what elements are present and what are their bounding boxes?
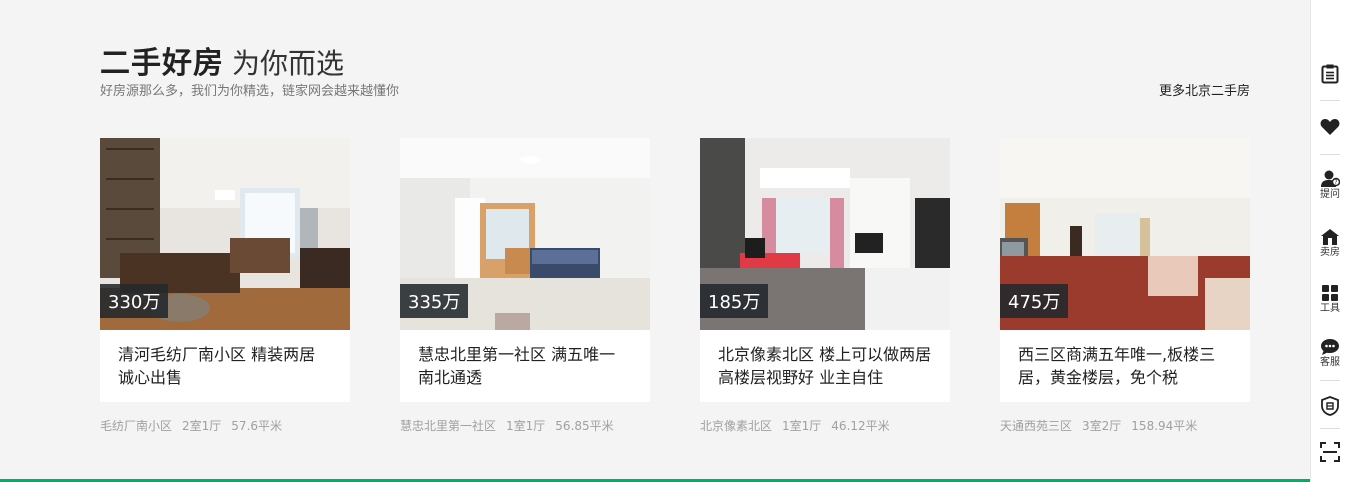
listing-card[interactable]: 475万 西三区商满五年唯一,板楼三居，黄金楼层，免个税 天通西苑三区 3室2厅 1… (1000, 138, 1250, 434)
section-title-sub: 为你而选 (232, 47, 345, 80)
listing-title[interactable]: 北京像素北区 楼上可以做两居 高楼层视野好 业主自住 (700, 330, 950, 402)
listing-meta: 慧忠北里第一社区 1室1厅 56.85平米 (400, 417, 650, 434)
right-toolbar: ? 提问 卖房 工具 客服 (1310, 0, 1349, 482)
listing-community: 慧忠北里第一社区 (400, 419, 497, 433)
house-sell-icon (1321, 229, 1339, 245)
listing-community: 北京像素北区 (700, 419, 773, 433)
recommend-section: 二手好房 为你而选 好房源那么多，我们为你精选，链家网会越来越懂你 更多北京二手房 (100, 0, 1250, 482)
clipboard-icon (1321, 64, 1339, 84)
sidebar-label-tools: 工具 (1320, 303, 1340, 314)
listing-area: 57.6平米 (231, 419, 283, 433)
listing-price: 330万 (100, 284, 169, 318)
sidebar-item-guarantee[interactable] (1311, 396, 1349, 416)
sidebar-divider (1320, 380, 1340, 381)
section-title: 二手好房 为你而选 (100, 38, 344, 82)
sidebar-item-service[interactable]: 客服 (1311, 338, 1349, 369)
listing-meta: 天通西苑三区 3室2厅 158.94平米 (1000, 417, 1250, 434)
chat-bubble-icon (1321, 339, 1339, 355)
listing-area: 158.94平米 (1131, 419, 1198, 433)
listing-layout: 1室1厅 (506, 419, 546, 433)
listing-title[interactable]: 西三区商满五年唯一,板楼三居，黄金楼层，免个税 (1000, 330, 1250, 402)
listing-card[interactable]: 335万 慧忠北里第一社区 满五唯一 南北通透 慧忠北里第一社区 1室1厅 56.8… (400, 138, 650, 434)
listing-card[interactable]: 185万 北京像素北区 楼上可以做两居 高楼层视野好 业主自住 北京像素北区 1室… (700, 138, 950, 434)
listing-community: 毛纺厂南小区 (100, 419, 173, 433)
sidebar-item-tools[interactable]: 工具 (1311, 284, 1349, 315)
listing-layout: 1室1厅 (782, 419, 822, 433)
listing-community: 天通西苑三区 (1000, 419, 1073, 433)
shield-icon (1321, 396, 1339, 416)
section-subtitle: 好房源那么多，我们为你精选，链家网会越来越懂你 (100, 84, 400, 99)
listing-area: 46.12平米 (831, 419, 890, 433)
sidebar-label-service: 客服 (1320, 357, 1340, 368)
listing-photo[interactable]: 185万 (700, 138, 950, 330)
more-beijing-listings-link[interactable]: 更多北京二手房 (1159, 80, 1250, 99)
listing-photo[interactable]: 475万 (1000, 138, 1250, 330)
listing-area: 56.85平米 (555, 419, 614, 433)
section-title-main: 二手好房 (100, 46, 224, 81)
sidebar-divider (1320, 100, 1340, 101)
sidebar-item-clipboard[interactable] (1311, 64, 1349, 84)
listing-title[interactable]: 清河毛纺厂南小区 精装两居 诚心出售 (100, 330, 350, 402)
listing-layout: 3室2厅 (1082, 419, 1122, 433)
sidebar-item-favorites[interactable] (1311, 118, 1349, 136)
sidebar-item-sell[interactable]: 卖房 (1311, 228, 1349, 259)
question-person-icon: ? (1321, 170, 1340, 187)
listing-price: 335万 (400, 284, 469, 318)
listing-meta: 毛纺厂南小区 2室1厅 57.6平米 (100, 417, 350, 434)
svg-text:?: ? (1334, 179, 1337, 186)
sidebar-label-sell: 卖房 (1320, 247, 1340, 258)
scan-icon (1320, 442, 1340, 462)
listing-layout: 2室1厅 (182, 419, 222, 433)
listing-price: 475万 (1000, 284, 1069, 318)
listing-photo[interactable]: 335万 (400, 138, 650, 330)
sidebar-item-ask[interactable]: ? 提问 (1311, 170, 1349, 201)
listing-title[interactable]: 慧忠北里第一社区 满五唯一 南北通透 (400, 330, 650, 402)
listing-price: 185万 (700, 284, 769, 318)
tools-grid-icon (1322, 285, 1338, 301)
sidebar-divider (1320, 154, 1340, 155)
listing-meta: 北京像素北区 1室1厅 46.12平米 (700, 417, 950, 434)
listing-photo[interactable]: 330万 (100, 138, 350, 330)
listing-card[interactable]: 330万 清河毛纺厂南小区 精装两居 诚心出售 毛纺厂南小区 2室1厅 57.6平米 (100, 138, 350, 434)
heart-icon (1320, 119, 1340, 135)
sidebar-divider (1320, 428, 1340, 429)
sidebar-label-ask: 提问 (1320, 189, 1340, 200)
sidebar-item-scan[interactable] (1311, 442, 1349, 462)
